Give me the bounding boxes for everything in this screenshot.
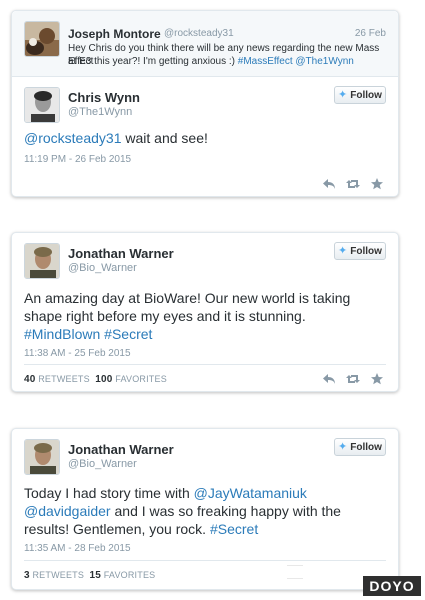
hashtag-secret[interactable]: #Secret [104,326,152,342]
author-name[interactable]: Chris Wynn [68,90,140,105]
mention-davidgaider[interactable]: @davidgaider [24,503,111,519]
tweet-text-plain: results! Gentlemen, you rock. [24,521,210,537]
twitter-bird-icon: ✦ [338,88,348,101]
tweet-line-2: shape right before my eyes and it is stu… [24,308,306,324]
tweet-actions [322,373,384,385]
reply-author-handle[interactable]: @rocksteady31 [164,28,234,39]
divider [24,560,386,561]
tweet-card-jonathan-warner-1: Jonathan Warner @Bio_Warner ✦ Follow An … [11,232,399,392]
retweet-icon[interactable] [346,178,360,190]
tweet-card-chris-wynn: Joseph Montore @rocksteady31 26 Feb Hey … [11,10,399,197]
author-name[interactable]: Jonathan Warner [68,442,174,457]
hashtag-mindblown[interactable]: #MindBlown [24,326,100,342]
reply-icon[interactable] [322,373,336,385]
watermark-logo: DOYO [363,576,421,596]
hashtag-masseffect[interactable]: #MassEffect [238,56,293,67]
tweet-text: Today I had story time with @JayWatamani… [24,484,384,538]
avatar-chris-wynn[interactable] [24,87,60,123]
mention-jaywatamaniuk[interactable]: @JayWatamaniuk [194,485,307,501]
reply-text-plain: at E3 this year?! I'm getting anxious :) [68,56,238,67]
faint-mark [287,578,303,579]
author-name[interactable]: Jonathan Warner [68,246,174,261]
avatar-joseph-montore[interactable] [24,21,60,57]
favorites-label[interactable]: FAVORITES [104,570,156,580]
avatar-jonathan-warner[interactable] [24,243,60,279]
favorite-icon[interactable] [370,373,384,385]
mention-rocksteady31[interactable]: @rocksteady31 [24,130,121,146]
author-handle[interactable]: @Bio_Warner [68,262,137,274]
follow-button[interactable]: ✦ Follow [334,242,386,260]
tweet-stats: 40 RETWEETS 100 FAVORITES [24,374,167,385]
reply-icon[interactable] [322,178,336,190]
divider [24,364,386,365]
tweet-actions [322,178,384,190]
tweet-line-1: An amazing day at BioWare! Our new world… [24,290,351,306]
in-reply-to-tweet[interactable]: Joseph Montore @rocksteady31 26 Feb Hey … [12,11,398,77]
retweet-icon[interactable] [346,373,360,385]
tweet-card-jonathan-warner-2: Jonathan Warner @Bio_Warner ✦ Follow Tod… [11,428,399,590]
tweet-timestamp[interactable]: 11:35 AM - 28 Feb 2015 [24,543,131,554]
avatar-jonathan-warner[interactable] [24,439,60,475]
faint-mark [287,565,303,566]
tweet-text-plain: Today I had story time with [24,485,194,501]
retweets-label[interactable]: RETWEETS [32,570,84,580]
favorite-icon[interactable] [370,178,384,190]
tweet-line-2: @davidgaider and I was so freaking happy… [24,502,384,520]
follow-label: Follow [350,89,382,101]
reply-author-name[interactable]: Joseph Montore [68,27,161,41]
tweet-text: An amazing day at BioWare! Our new world… [24,289,384,343]
favorites-label[interactable]: FAVORITES [115,374,167,384]
retweets-count[interactable]: 3 [24,570,30,581]
follow-label: Follow [350,245,382,257]
tweet-line-1: Today I had story time with @JayWatamani… [24,484,384,502]
author-handle[interactable]: @The1Wynn [68,106,132,118]
follow-label: Follow [350,441,382,453]
tweet-stats: 3 RETWEETS 15 FAVORITES [24,570,155,581]
mention-the1wynn[interactable]: @The1Wynn [295,56,353,67]
author-handle[interactable]: @Bio_Warner [68,458,137,470]
tweet-timestamp[interactable]: 11:19 PM - 26 Feb 2015 [24,154,131,165]
follow-button[interactable]: ✦ Follow [334,86,386,104]
retweets-label[interactable]: RETWEETS [38,374,90,384]
hashtag-secret[interactable]: #Secret [210,521,258,537]
tweet-text-plain: and I was so freaking happy with the [110,503,341,519]
twitter-bird-icon: ✦ [338,440,348,453]
twitter-bird-icon: ✦ [338,244,348,257]
tweet-text: @rocksteady31 wait and see! [24,129,384,147]
tweet-text-plain: wait and see! [121,130,208,146]
tweet-line-3: results! Gentlemen, you rock. #Secret [24,520,384,538]
follow-button[interactable]: ✦ Follow [334,438,386,456]
favorites-count[interactable]: 15 [89,570,101,581]
retweets-count[interactable]: 40 [24,374,36,385]
tweet-line-3: #MindBlown #Secret [24,325,384,343]
tweet-timestamp[interactable]: 11:38 AM - 25 Feb 2015 [24,348,131,359]
favorites-count[interactable]: 100 [95,374,112,385]
reply-date[interactable]: 26 Feb [355,28,386,39]
reply-text-line2: at E3 this year?! I'm getting anxious :)… [68,55,354,68]
